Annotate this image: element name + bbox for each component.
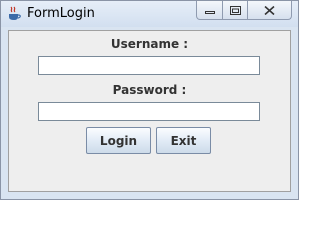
maximize-icon bbox=[229, 5, 241, 15]
username-label: Username : bbox=[110, 37, 189, 51]
login-window: FormLogin Username : Password: Login Ex… bbox=[0, 0, 299, 200]
java-coffee-cup-icon bbox=[9, 6, 21, 20]
login-form-panel: Username : Password : Login Exit bbox=[8, 30, 291, 192]
close-button[interactable] bbox=[248, 1, 292, 20]
username-field[interactable] bbox=[38, 56, 260, 75]
password-label: Password : bbox=[112, 83, 187, 97]
maximize-button[interactable] bbox=[223, 1, 248, 20]
exit-button[interactable]: Exit bbox=[156, 127, 211, 154]
minimize-button[interactable] bbox=[196, 1, 223, 20]
close-icon bbox=[264, 5, 275, 15]
window-title: FormLogin bbox=[27, 6, 95, 21]
minimize-icon bbox=[204, 11, 215, 14]
login-button[interactable]: Login bbox=[86, 127, 151, 154]
caption-buttons bbox=[196, 1, 292, 21]
password-field[interactable] bbox=[38, 102, 260, 121]
title-bar[interactable]: FormLogin bbox=[1, 1, 298, 27]
